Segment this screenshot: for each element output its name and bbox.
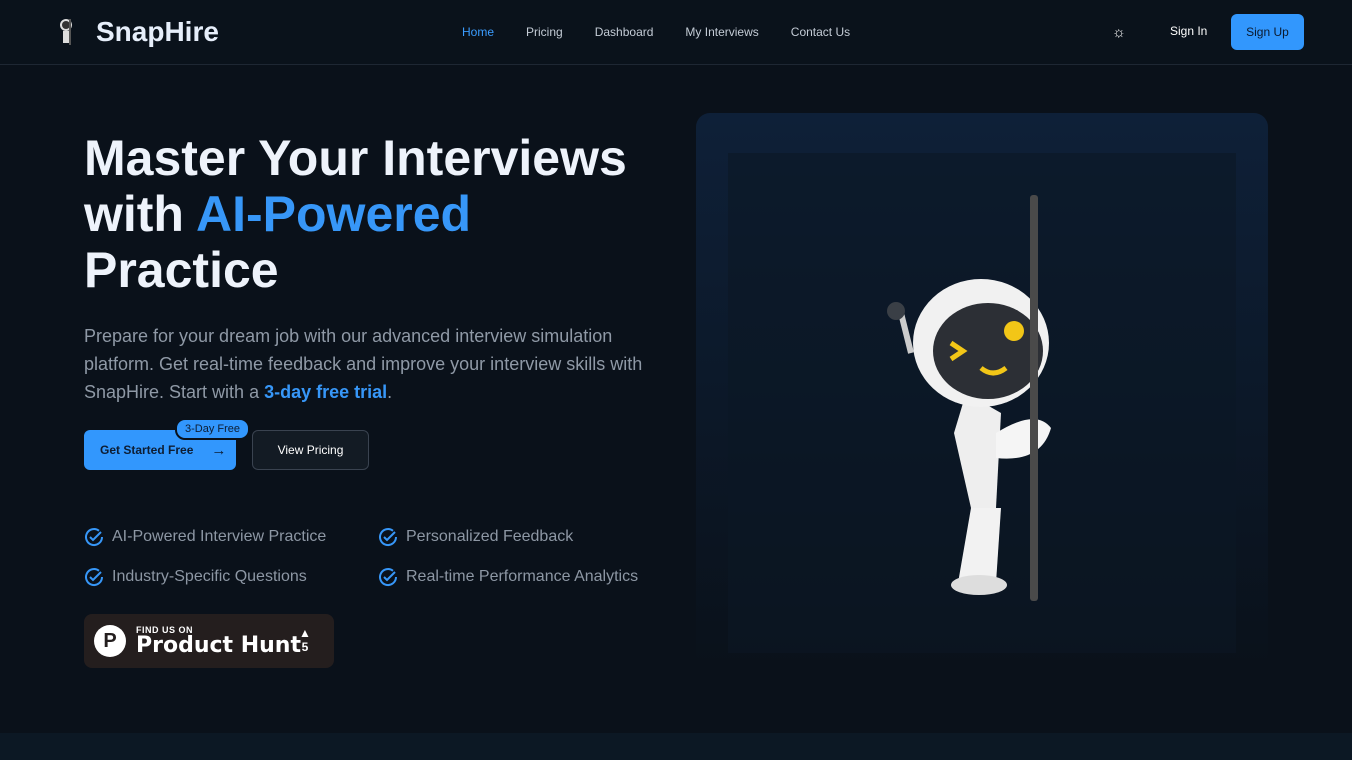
robot-logo-icon: [60, 19, 72, 45]
check-circle-icon: [379, 528, 398, 546]
sign-up-button[interactable]: Sign Up: [1231, 14, 1304, 50]
title-line-3: Practice: [84, 242, 279, 298]
nav-pricing[interactable]: Pricing: [526, 25, 563, 39]
check-circle-icon: [85, 568, 104, 586]
product-hunt-badge[interactable]: P FIND US ON Product Hunt: [84, 614, 334, 668]
brand-name: SnapHire: [96, 16, 219, 47]
nav-contact-us[interactable]: Contact Us: [791, 25, 850, 39]
feature-label: AI-Powered Interview Practice: [112, 528, 327, 545]
hero-illustration-card: [696, 113, 1268, 669]
feature-label: Real-time Performance Analytics: [406, 568, 639, 585]
title-line-2: with: [84, 186, 197, 242]
feature-label: Personalized Feedback: [406, 528, 574, 545]
nav-dashboard[interactable]: Dashboard: [595, 25, 654, 39]
feature-item: AI-Powered Interview Practice: [84, 527, 326, 547]
nav-home[interactable]: Home: [462, 25, 494, 39]
cta-label: Get Started Free: [100, 443, 194, 457]
robot-illustration: [728, 153, 1236, 653]
feature-item: Personalized Feedback: [378, 527, 573, 547]
free-trial-highlight: 3-day free trial: [264, 382, 388, 402]
ph-votes: 5: [301, 640, 309, 654]
sign-in-button[interactable]: Sign In: [1170, 24, 1207, 38]
feature-item: Real-time Performance Analytics: [378, 567, 638, 587]
check-circle-icon: [379, 568, 398, 586]
ph-vote-count: ▲ 5: [299, 626, 311, 654]
title-line-1: Master Your Interviews: [84, 130, 627, 186]
feature-label: Industry-Specific Questions: [112, 568, 307, 585]
title-accent: AI-Powered: [196, 186, 472, 242]
view-pricing-button[interactable]: View Pricing: [252, 430, 369, 470]
logo[interactable]: SnapHire: [58, 16, 219, 48]
hero-description: Prepare for your dream job with our adva…: [84, 322, 664, 406]
upvote-triangle-icon: ▲: [299, 626, 311, 640]
next-section: [0, 733, 1352, 760]
desc-end: .: [387, 382, 393, 402]
free-trial-badge: 3-Day Free: [175, 418, 251, 440]
nav-my-interviews[interactable]: My Interviews: [685, 25, 758, 39]
theme-toggle-sun-icon[interactable]: ☼: [1112, 24, 1126, 41]
ph-big-text: Product Hunt: [136, 633, 301, 658]
feature-item: Industry-Specific Questions: [84, 567, 307, 587]
check-circle-icon: [85, 528, 104, 546]
navbar: SnapHire Home Pricing Dashboard My Inter…: [0, 0, 1352, 65]
product-hunt-logo-icon: P: [94, 625, 126, 657]
hero-title: Master Your Interviews with AI-Powered Pra…: [84, 130, 684, 298]
arrow-right-icon: →: [211, 441, 227, 459]
